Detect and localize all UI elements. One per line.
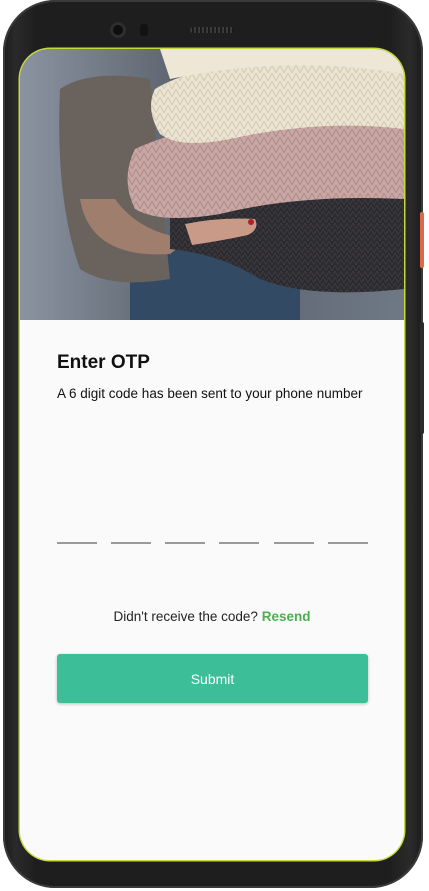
front-camera-icon xyxy=(110,22,126,38)
otp-digit-4[interactable] xyxy=(219,516,259,544)
otp-digit-3[interactable] xyxy=(165,516,205,544)
otp-form: Enter OTP A 6 digit code has been sent t… xyxy=(20,320,404,860)
sweaters-illustration xyxy=(20,49,404,320)
otp-digit-6[interactable] xyxy=(328,516,368,544)
submit-button[interactable]: Submit xyxy=(57,654,368,703)
sensor-icon xyxy=(140,24,148,36)
resend-link[interactable]: Resend xyxy=(262,609,311,624)
otp-digit-5[interactable] xyxy=(274,516,314,544)
earpiece-speaker xyxy=(190,27,234,33)
hero-image xyxy=(20,49,404,320)
otp-instructions: A 6 digit code has been sent to your pho… xyxy=(57,386,363,401)
otp-digit-2[interactable] xyxy=(111,516,151,544)
otp-input-row xyxy=(57,516,368,546)
volume-button xyxy=(420,322,424,434)
power-button xyxy=(420,212,424,268)
phone-frame: Enter OTP A 6 digit code has been sent t… xyxy=(0,0,429,891)
otp-digit-1[interactable] xyxy=(57,516,97,544)
resend-prompt: Didn't receive the code? Resend xyxy=(20,609,404,624)
page-title: Enter OTP xyxy=(57,352,150,373)
resend-prompt-text: Didn't receive the code? xyxy=(113,609,258,624)
app-screen: Enter OTP A 6 digit code has been sent t… xyxy=(20,49,404,860)
